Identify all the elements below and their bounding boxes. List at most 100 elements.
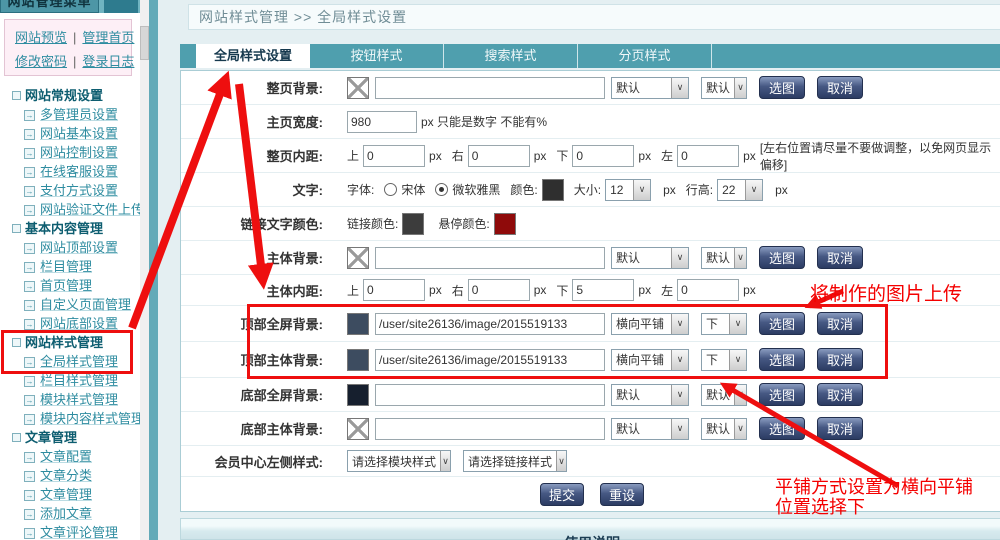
- body-bg-input[interactable]: [375, 247, 605, 269]
- sidebar-item-site-basic[interactable]: →网站基本设置: [0, 124, 140, 143]
- sidebar-item-payment[interactable]: →支付方式设置: [0, 181, 140, 200]
- tab-search-style[interactable]: 搜索样式: [444, 44, 578, 68]
- sidebar-item-custom-page[interactable]: →自定义页面管理: [0, 295, 140, 314]
- reset-button[interactable]: 重设: [600, 483, 644, 506]
- main-area: 网站样式管理 >> 全局样式设置 全局样式设置 按钮样式 搜索样式 分页样式 整…: [158, 0, 1000, 540]
- body-padding-right-input[interactable]: [468, 279, 530, 301]
- padding-bottom-input[interactable]: [572, 145, 634, 167]
- transparent-color-swatch[interactable]: [347, 418, 369, 440]
- sidebar-item-article-comment[interactable]: →文章评论管理: [0, 523, 140, 540]
- tile-mode-select[interactable]: 横向平铺: [611, 349, 689, 371]
- body-padding-top-input[interactable]: [363, 279, 425, 301]
- link-login-log[interactable]: 登录日志: [82, 54, 134, 69]
- sidebar-item-site-control[interactable]: →网站控制设置: [0, 143, 140, 162]
- position-select[interactable]: 默认: [701, 247, 747, 269]
- select-image-button[interactable]: 选图: [759, 246, 805, 269]
- radio-microsoft-yahei[interactable]: [435, 183, 448, 196]
- bottom-full-bg-input[interactable]: [375, 384, 605, 406]
- font-size-select[interactable]: 12: [605, 179, 651, 201]
- hover-color-swatch[interactable]: [494, 213, 516, 235]
- position-select[interactable]: 下: [701, 313, 747, 335]
- sidebar-group-article[interactable]: 文章管理: [0, 428, 140, 447]
- select-image-button[interactable]: 选图: [759, 383, 805, 406]
- folder-icon: [12, 338, 21, 347]
- sidebar-item-site-header[interactable]: →网站顶部设置: [0, 238, 140, 257]
- expand-icon: →: [24, 110, 35, 121]
- link-admin-home[interactable]: 管理首页: [82, 30, 134, 45]
- tile-mode-select[interactable]: 默认: [611, 77, 689, 99]
- sidebar-scrollbar[interactable]: [140, 0, 149, 540]
- tab-pagination-style[interactable]: 分页样式: [578, 44, 712, 68]
- tile-mode-select[interactable]: 默认: [611, 384, 689, 406]
- cancel-button[interactable]: 取消: [817, 417, 863, 440]
- sidebar-item-online-service[interactable]: →在线客服设置: [0, 162, 140, 181]
- transparent-color-swatch[interactable]: [347, 77, 369, 99]
- expand-icon: →: [24, 357, 35, 368]
- top-body-bg-input[interactable]: [375, 349, 605, 371]
- bottom-full-bg-color-swatch[interactable]: [347, 384, 369, 406]
- dropdown-arrow-icon: [729, 314, 746, 334]
- sidebar-item-article-add[interactable]: →添加文章: [0, 504, 140, 523]
- sidebar-item-article-category[interactable]: →文章分类: [0, 466, 140, 485]
- cancel-button[interactable]: 取消: [817, 348, 863, 371]
- tile-mode-select[interactable]: 默认: [611, 418, 689, 440]
- sidebar-item-site-footer[interactable]: →网站底部设置: [0, 314, 140, 333]
- sidebar-item-module-style[interactable]: →模块样式管理: [0, 390, 140, 409]
- page-bg-input[interactable]: [375, 77, 605, 99]
- sidebar-group-site-style[interactable]: 网站样式管理: [0, 333, 140, 352]
- cancel-button[interactable]: 取消: [817, 76, 863, 99]
- top-full-bg-color-swatch[interactable]: [347, 313, 369, 335]
- link-style-select[interactable]: 请选择链接样式: [463, 450, 567, 472]
- position-select[interactable]: 默认: [701, 77, 747, 99]
- sidebar-item-article-manage[interactable]: →文章管理: [0, 485, 140, 504]
- link-change-password[interactable]: 修改密码: [15, 54, 67, 69]
- line-height-select[interactable]: 22: [717, 179, 763, 201]
- dropdown-arrow-icon: [671, 419, 688, 439]
- select-image-button[interactable]: 选图: [759, 76, 805, 99]
- position-select[interactable]: 下: [701, 349, 747, 371]
- cancel-button[interactable]: 取消: [817, 383, 863, 406]
- tab-button-style[interactable]: 按钮样式: [310, 44, 444, 68]
- tab-bar: 全局样式设置 按钮样式 搜索样式 分页样式: [180, 44, 1000, 68]
- padding-top-input[interactable]: [363, 145, 425, 167]
- sidebar-item-column-style[interactable]: →栏目样式管理: [0, 371, 140, 390]
- padding-left-input[interactable]: [677, 145, 739, 167]
- select-image-button[interactable]: 选图: [759, 348, 805, 371]
- position-select[interactable]: 默认: [701, 418, 747, 440]
- tile-mode-select[interactable]: 横向平铺: [611, 313, 689, 335]
- module-style-select[interactable]: 请选择模块样式: [347, 450, 451, 472]
- transparent-color-swatch[interactable]: [347, 247, 369, 269]
- text-color-swatch[interactable]: [542, 179, 564, 201]
- sidebar-item-column-manage[interactable]: →栏目管理: [0, 257, 140, 276]
- select-image-button[interactable]: 选图: [759, 417, 805, 440]
- sidebar-scrollbar-thumb[interactable]: [140, 26, 149, 60]
- sidebar-group-basic-content[interactable]: 基本内容管理: [0, 219, 140, 238]
- expand-icon: →: [24, 319, 35, 330]
- tab-global-style-settings[interactable]: 全局样式设置: [196, 44, 310, 68]
- sidebar-item-multi-admin[interactable]: →多管理员设置: [0, 105, 140, 124]
- padding-right-input[interactable]: [468, 145, 530, 167]
- body-padding-bottom-input[interactable]: [572, 279, 634, 301]
- form-row-page-width: 主页宽度: px 只能是数字 不能有%: [181, 105, 1000, 139]
- position-select[interactable]: 默认: [701, 384, 747, 406]
- tile-mode-select[interactable]: 默认: [611, 247, 689, 269]
- sidebar-item-global-style[interactable]: →全局样式管理: [0, 352, 140, 371]
- select-image-button[interactable]: 选图: [759, 312, 805, 335]
- radio-songti[interactable]: [384, 183, 397, 196]
- top-full-bg-input[interactable]: [375, 313, 605, 335]
- body-padding-left-input[interactable]: [677, 279, 739, 301]
- link-color-swatch[interactable]: [402, 213, 424, 235]
- bottom-body-bg-input[interactable]: [375, 418, 605, 440]
- cancel-button[interactable]: 取消: [817, 246, 863, 269]
- page-width-input[interactable]: [347, 111, 417, 133]
- sidebar-item-article-config[interactable]: →文章配置: [0, 447, 140, 466]
- sidebar-group-site-general[interactable]: 网站常规设置: [0, 86, 140, 105]
- submit-button[interactable]: 提交: [540, 483, 584, 506]
- expand-icon: →: [24, 167, 35, 178]
- cancel-button[interactable]: 取消: [817, 312, 863, 335]
- link-site-preview[interactable]: 网站预览: [15, 30, 67, 45]
- sidebar-item-site-verify-upload[interactable]: →网站验证文件上传: [0, 200, 140, 219]
- sidebar-item-module-content-style[interactable]: →模块内容样式管理: [0, 409, 140, 428]
- sidebar-item-home-manage[interactable]: →首页管理: [0, 276, 140, 295]
- top-body-bg-color-swatch[interactable]: [347, 349, 369, 371]
